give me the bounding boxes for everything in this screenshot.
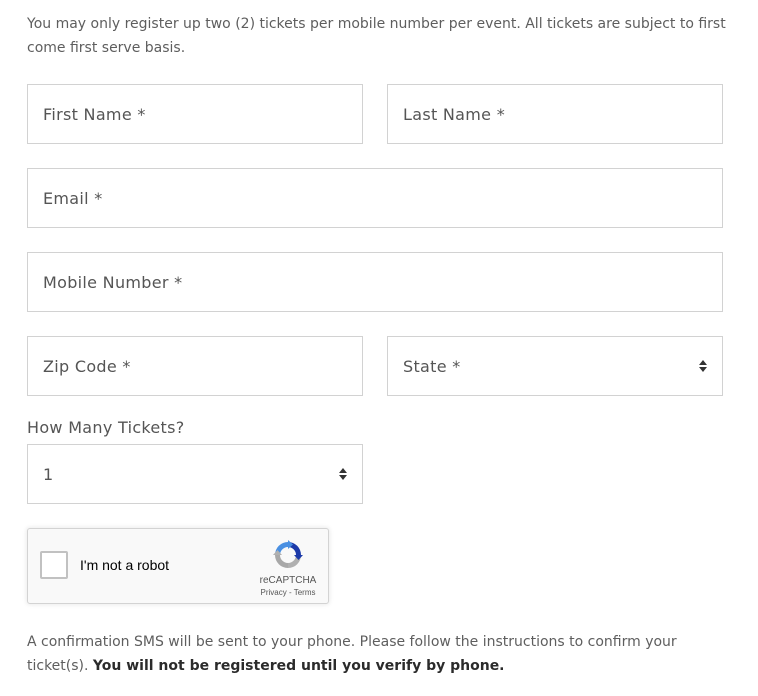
sort-arrows-icon [699, 360, 707, 372]
recaptcha-terms-link[interactable]: Terms [294, 588, 316, 597]
zip-code-field[interactable]: Zip Code * [27, 336, 363, 396]
tickets-selected-value: 1 [43, 464, 54, 484]
sort-arrows-icon [339, 468, 347, 480]
recaptcha-privacy-link[interactable]: Privacy [261, 588, 287, 597]
recaptcha-brand: reCAPTCHA [259, 575, 317, 586]
confirmation-bold-text: You will not be registered until you ver… [92, 658, 505, 674]
tickets-label: How Many Tickets? [27, 418, 185, 437]
email-placeholder: Email * [43, 188, 103, 208]
zip-code-placeholder: Zip Code * [43, 356, 131, 376]
first-name-placeholder: First Name * [43, 104, 146, 124]
recaptcha-checkbox[interactable] [40, 551, 68, 579]
recaptcha-links: Privacy - Terms [252, 588, 324, 597]
last-name-field[interactable]: Last Name * [387, 84, 723, 144]
confirmation-note: A confirmation SMS will be sent to your … [27, 630, 739, 678]
intro-text: You may only register up two (2) tickets… [27, 16, 726, 56]
first-name-field[interactable]: First Name * [27, 84, 363, 144]
recaptcha-label: I'm not a robot [80, 557, 170, 573]
tickets-select[interactable]: 1 [27, 444, 363, 504]
recaptcha-widget: I'm not a robot reCAPTCHA Privacy - Term… [27, 528, 329, 604]
mobile-number-field[interactable]: Mobile Number * [27, 252, 723, 312]
last-name-placeholder: Last Name * [403, 104, 506, 124]
recaptcha-logo-icon [273, 540, 303, 568]
email-field[interactable]: Email * [27, 168, 723, 228]
state-select[interactable]: State * [387, 336, 723, 396]
recaptcha-links-separator: - [286, 588, 294, 597]
mobile-number-placeholder: Mobile Number * [43, 272, 183, 292]
state-selected-value: State * [403, 356, 461, 376]
